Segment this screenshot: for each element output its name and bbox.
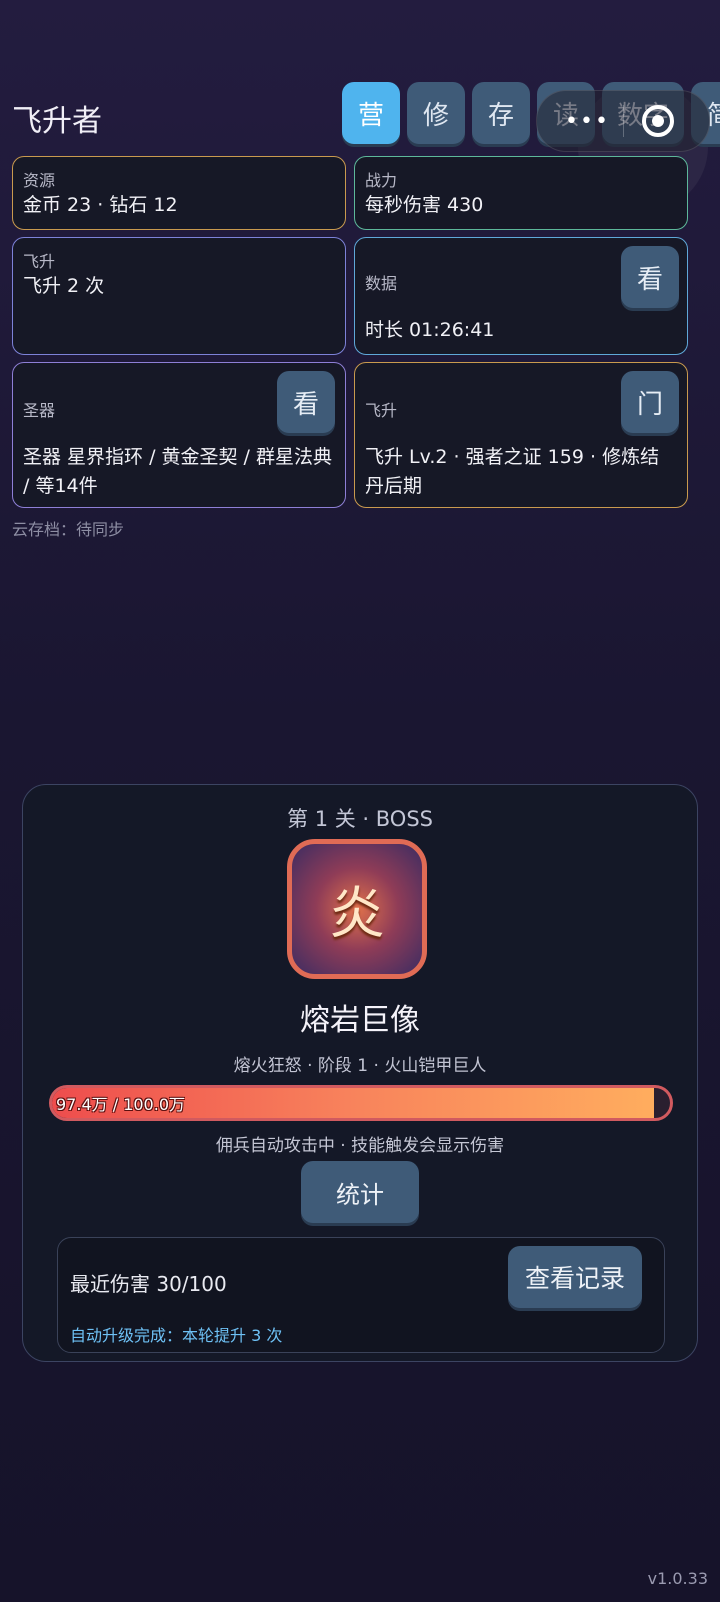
- version-label: v1.0.33: [647, 1569, 708, 1588]
- damage-panel: 最近伤害 30/100 查看记录 自动升级完成：本轮提升 3 次: [57, 1237, 665, 1353]
- ascend-card: 飞升 飞升 Lv.2 · 强者之证 159 · 修炼结丹后期 门: [354, 362, 688, 508]
- page-title: 飞升者: [12, 104, 102, 139]
- power-value: 每秒伤害 430: [365, 194, 484, 216]
- miniprogram-capsule: •••: [536, 90, 710, 152]
- boss-hp-text: 97.4万 / 100.0万: [56, 1095, 185, 1114]
- stats-button[interactable]: 统计: [301, 1161, 419, 1223]
- data-card: 数据 时长 01:26:41 看: [354, 237, 688, 355]
- data-label: 数据: [365, 274, 398, 293]
- resources-value: 金币 23 · 钻石 12: [23, 194, 178, 216]
- power-label: 战力: [365, 171, 398, 190]
- power-card: 战力 每秒伤害 430: [354, 156, 688, 230]
- ascend-gate-button[interactable]: 门: [621, 371, 679, 433]
- close-target-icon[interactable]: [642, 105, 674, 137]
- capsule-divider: [623, 105, 624, 137]
- auto-upgrade-text: 自动升级完成：本轮提升 3 次: [70, 1326, 283, 1345]
- ascend-value: 飞升 Lv.2 · 强者之证 159 · 修炼结丹后期: [365, 446, 660, 497]
- recent-damage-text: 最近伤害 30/100: [70, 1272, 227, 1296]
- resources-card: 资源 金币 23 · 钻石 12: [12, 156, 346, 230]
- tab-save[interactable]: 存: [472, 82, 530, 144]
- artifacts-value: 圣器 星界指环 / 黄金圣契 / 群星法典 / 等14件: [23, 446, 333, 497]
- more-icon[interactable]: •••: [565, 109, 610, 134]
- ascend-count-value: 飞升 2 次: [23, 275, 105, 297]
- boss-avatar[interactable]: 炎: [287, 839, 427, 979]
- stage-label: 第 1 关 · BOSS: [287, 807, 433, 831]
- artifacts-view-button[interactable]: 看: [277, 371, 335, 433]
- ascend-count-label: 飞升: [23, 252, 56, 271]
- boss-panel: 第 1 关 · BOSS 炎 熔岩巨像 熔火狂怒 · 阶段 1 · 火山铠甲巨人…: [22, 784, 698, 1362]
- boss-subtitle: 熔火狂怒 · 阶段 1 · 火山铠甲巨人: [233, 1056, 487, 1076]
- cloud-save-status: 云存档：待同步: [12, 520, 125, 539]
- ascend-count-card: 飞升 飞升 2 次: [12, 237, 346, 355]
- data-view-button[interactable]: 看: [621, 246, 679, 308]
- boss-hp-bar: 97.4万 / 100.0万: [49, 1085, 673, 1121]
- tab-camp[interactable]: 营: [342, 82, 400, 144]
- tab-cultivate[interactable]: 修: [407, 82, 465, 144]
- auto-attack-status: 佣兵自动攻击中 · 技能触发会显示伤害: [215, 1136, 505, 1156]
- view-log-button[interactable]: 查看记录: [508, 1246, 642, 1308]
- resources-label: 资源: [23, 171, 56, 190]
- boss-name: 熔岩巨像: [300, 1003, 420, 1038]
- data-value: 时长 01:26:41: [365, 319, 495, 341]
- artifacts-label: 圣器: [23, 401, 56, 420]
- ascend-label: 飞升: [365, 401, 398, 420]
- artifacts-card: 圣器 圣器 星界指环 / 黄金圣契 / 群星法典 / 等14件 看: [12, 362, 346, 508]
